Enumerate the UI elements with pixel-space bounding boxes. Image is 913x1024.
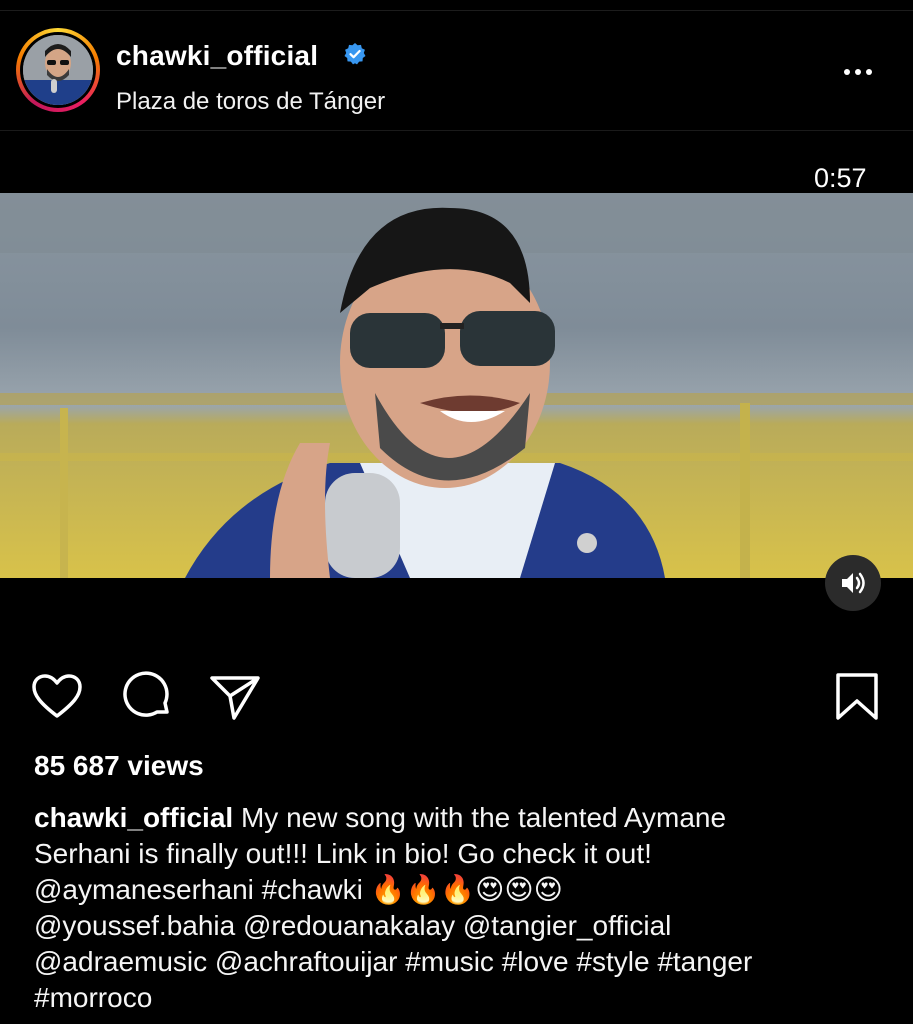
- post-username[interactable]: chawki_official: [116, 40, 318, 72]
- caption-line[interactable]: @adraemusic @achraftouijar #music #love …: [34, 944, 884, 980]
- more-dots-icon[interactable]: [844, 62, 884, 82]
- bookmark-icon[interactable]: [830, 670, 884, 724]
- avatar-story-ring[interactable]: [16, 28, 100, 112]
- speaker-icon: [842, 572, 865, 594]
- comment-icon[interactable]: [120, 670, 174, 724]
- caption-emoji: 🔥🔥🔥😍😍😍: [370, 873, 563, 906]
- heart-icon[interactable]: [30, 670, 84, 724]
- post-caption: chawki_official My new song with the tal…: [34, 800, 884, 1016]
- avatar-photo: [23, 35, 93, 105]
- send-icon[interactable]: [208, 670, 262, 724]
- caption-username[interactable]: chawki_official: [34, 802, 233, 833]
- caption-tags[interactable]: @aymaneserhani #chawki: [34, 874, 371, 905]
- caption-line: Serhani is finally out!!! Link in bio! G…: [34, 838, 652, 869]
- verified-badge-icon: [344, 43, 366, 65]
- caption-line: chawki_official My new song with the tal…: [34, 800, 884, 836]
- post-header: chawki_official Plaza de toros de Tánger: [0, 12, 913, 131]
- view-count[interactable]: 85 687 views: [34, 750, 204, 782]
- caption-text: My new song with the talented Aymane: [240, 802, 727, 833]
- video-duration: 0:57: [814, 163, 867, 193]
- caption-line: @aymaneserhani #chawki 🔥🔥🔥😍😍😍: [34, 872, 884, 908]
- caption-line[interactable]: @youssef.bahia @redouanakalay @tangier_o…: [34, 908, 884, 944]
- avatar: [20, 32, 96, 108]
- video-frame: [0, 193, 913, 578]
- post-location[interactable]: Plaza de toros de Tánger: [116, 88, 385, 116]
- status-divider: [0, 0, 913, 11]
- video-player[interactable]: [0, 193, 913, 578]
- sound-toggle[interactable]: [825, 555, 881, 611]
- caption-line[interactable]: #morroco: [34, 980, 884, 1016]
